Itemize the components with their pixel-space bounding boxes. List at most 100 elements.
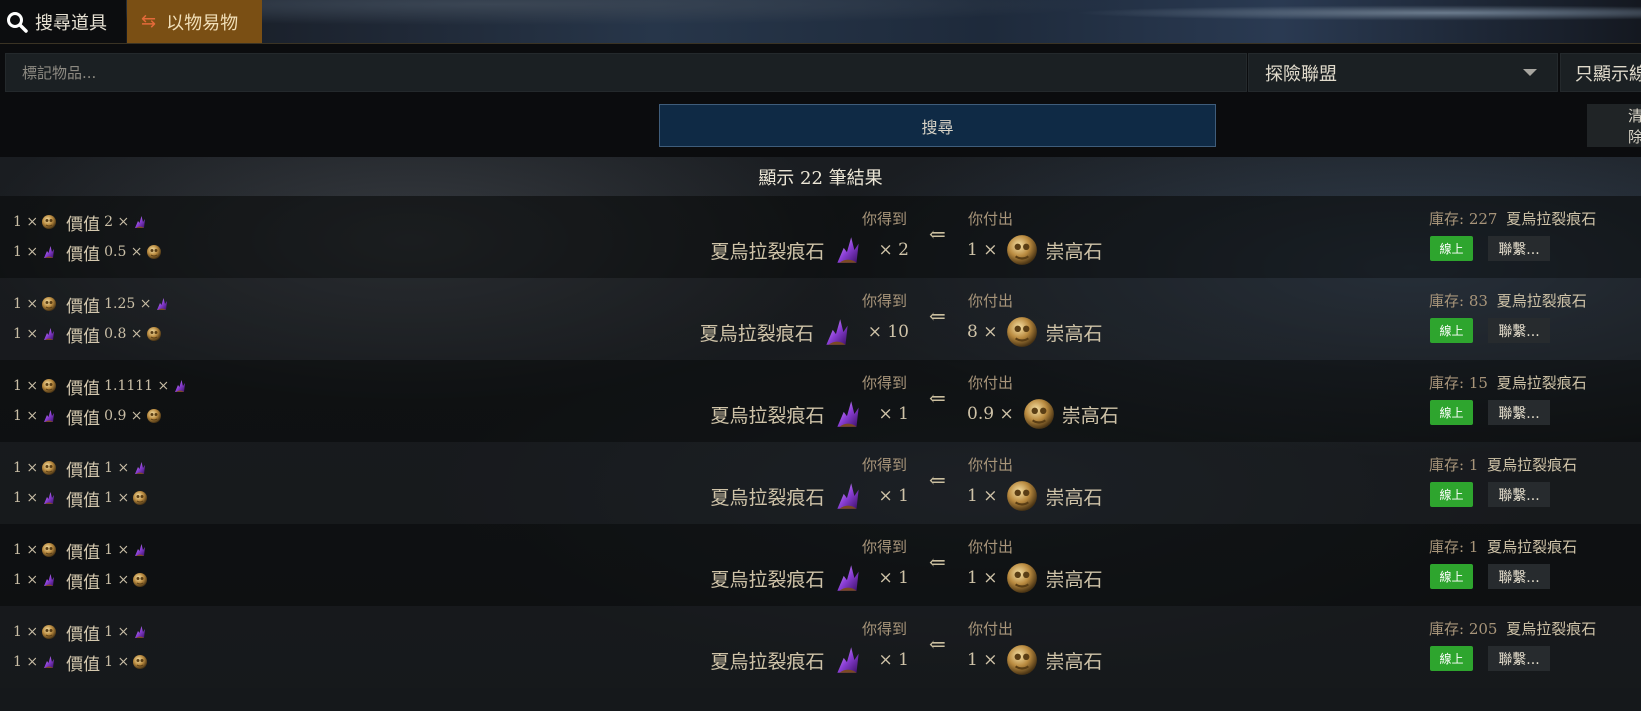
results-panel: 顯示 22 筆結果 1 × 價值 2 × 1 × 價值 0.5 × 你得到 夏烏… <box>0 157 1641 711</box>
you-pay-item[interactable]: 8 × 崇高石 <box>967 312 1102 352</box>
pay-item-qty: 1 × <box>967 486 998 506</box>
ratio-value-num: 1 × <box>104 490 130 506</box>
stock-info: 庫存: 205 夏烏拉裂痕石 <box>1429 618 1596 639</box>
result-row: 1 × 價值 1.1111 × 1 × 價值 0.9 × 你得到 夏烏拉裂痕石 … <box>0 360 1641 442</box>
exalted-orb-icon <box>146 408 162 424</box>
ratio-line-1: 1 × 價值 2 × <box>13 210 151 235</box>
item-search-input[interactable] <box>5 53 1247 92</box>
exalted-orb-icon <box>132 490 148 506</box>
purple-rift-stone-icon <box>154 296 170 312</box>
ratio-left-qty: 1 × <box>13 214 39 230</box>
left-arrow-icon: ⇐ <box>929 304 946 328</box>
left-arrow-icon: ⇐ <box>929 222 946 246</box>
ratio-left-qty: 1 × <box>13 296 39 312</box>
exalted-orb-icon <box>146 244 162 260</box>
get-item-qty: × 1 <box>878 568 909 588</box>
purple-rift-stone-icon <box>132 624 148 640</box>
result-row: 1 × 價值 2 × 1 × 價值 0.5 × 你得到 夏烏拉裂痕石 × 2 ⇐… <box>0 196 1641 278</box>
get-item-qty: × 10 <box>867 322 909 342</box>
stock-label: 庫存: <box>1429 538 1465 556</box>
get-item-name: 夏烏拉裂痕石 <box>710 240 825 263</box>
contact-button[interactable]: 聯繫... <box>1488 564 1550 589</box>
ratio-line-2: 1 × 價值 0.8 × <box>13 322 165 347</box>
result-row: 1 × 價值 1.25 × 1 × 價值 0.8 × 你得到 夏烏拉裂痕石 × … <box>0 278 1641 360</box>
online-filter-select[interactable]: 只顯示線上 <box>1560 53 1641 92</box>
stock-info: 庫存: 83 夏烏拉裂痕石 <box>1429 290 1587 311</box>
exalted-orb-icon <box>41 296 57 312</box>
purple-rift-stone-icon <box>41 654 57 670</box>
stock-info: 庫存: 15 夏烏拉裂痕石 <box>1429 372 1587 393</box>
pay-item-qty: 0.9 × <box>967 404 1014 424</box>
online-status-badge: 線上 <box>1430 400 1473 425</box>
ratio-line-2: 1 × 價值 1 × <box>13 568 151 593</box>
ratio-line-1: 1 × 價值 1 × <box>13 538 151 563</box>
you-pay-item[interactable]: 1 × 崇高石 <box>967 476 1102 516</box>
pay-item-qty: 1 × <box>967 650 998 670</box>
exalted-orb-icon <box>132 654 148 670</box>
left-arrow-icon: ⇐ <box>929 632 946 656</box>
you-get-item[interactable]: 夏烏拉裂痕石 × 10 <box>700 312 909 352</box>
ratio-left-qty: 1 × <box>13 624 39 640</box>
stock-label: 庫存: <box>1429 456 1465 474</box>
get-item-name: 夏烏拉裂痕石 <box>710 486 825 509</box>
search-button[interactable]: 搜尋 <box>659 104 1216 147</box>
purple-rift-stone-icon <box>172 378 188 394</box>
exalted-orb-icon <box>41 460 57 476</box>
you-get-item[interactable]: 夏烏拉裂痕石 × 2 <box>711 230 909 270</box>
purple-rift-stone-icon <box>831 233 865 267</box>
ratio-value-num: 0.8 × <box>104 326 143 342</box>
stock-qty: 15 <box>1468 374 1488 392</box>
get-item-qty: × 1 <box>878 650 909 670</box>
stock-item-name: 夏烏拉裂痕石 <box>1496 374 1587 392</box>
stock-info: 庫存: 1 夏烏拉裂痕石 <box>1429 454 1577 475</box>
tab-exchange-label: 以物易物 <box>166 12 239 34</box>
you-get-item[interactable]: 夏烏拉裂痕石 × 1 <box>711 394 909 434</box>
ratio-value-label: 價值 <box>66 408 101 429</box>
get-item-name: 夏烏拉裂痕石 <box>710 650 825 673</box>
contact-button[interactable]: 聯繫... <box>1488 646 1550 671</box>
pay-item-name: 崇高石 <box>1061 404 1119 427</box>
ratio-left-qty: 1 × <box>13 572 39 588</box>
contact-button[interactable]: 聯繫... <box>1488 482 1550 507</box>
ratio-value-num: 0.9 × <box>104 408 143 424</box>
contact-button[interactable]: 聯繫... <box>1488 400 1550 425</box>
stock-qty: 1 <box>1468 538 1479 556</box>
ratio-line-1: 1 × 價值 1.1111 × <box>13 374 191 399</box>
you-pay-label: 你付出 <box>968 374 1014 392</box>
results-count: 顯示 22 筆結果 <box>758 167 883 189</box>
you-pay-item[interactable]: 1 × 崇高石 <box>967 640 1102 680</box>
pay-item-name: 崇高石 <box>1045 650 1103 673</box>
you-get-label: 你得到 <box>862 210 908 228</box>
purple-rift-stone-icon <box>831 643 865 677</box>
ratio-left-qty: 1 × <box>13 490 39 506</box>
you-pay-item[interactable]: 1 × 崇高石 <box>967 558 1102 598</box>
ratio-line-2: 1 × 價值 0.9 × <box>13 404 165 429</box>
result-row: 1 × 價值 1 × 1 × 價值 1 × 你得到 夏烏拉裂痕石 × 1 ⇐ 你… <box>0 606 1641 688</box>
ratio-left-qty: 1 × <box>13 654 39 670</box>
contact-button[interactable]: 聯繫... <box>1488 236 1550 261</box>
you-pay-item[interactable]: 1 × 崇高石 <box>967 230 1102 270</box>
tab-search-items[interactable]: 搜尋道具 <box>0 0 126 43</box>
purple-rift-stone-icon <box>831 561 865 595</box>
stock-label: 庫存: <box>1429 374 1465 392</box>
ratio-line-2: 1 × 價值 1 × <box>13 650 151 675</box>
you-pay-item[interactable]: 0.9 × 崇高石 <box>967 394 1119 434</box>
you-get-item[interactable]: 夏烏拉裂痕石 × 1 <box>711 640 909 680</box>
you-pay-label: 你付出 <box>968 620 1014 638</box>
tab-bulk-exchange[interactable]: ⇆ 以物易物 <box>127 0 262 43</box>
you-get-label: 你得到 <box>862 374 908 392</box>
ratio-value-num: 1 × <box>104 654 130 670</box>
ratio-value-label: 價值 <box>66 654 101 675</box>
ratio-line-1: 1 × 價值 1 × <box>13 456 151 481</box>
you-get-item[interactable]: 夏烏拉裂痕石 × 1 <box>711 476 909 516</box>
league-select[interactable]: 探險聯盟 <box>1248 53 1558 92</box>
ratio-value-num: 1 × <box>104 542 130 558</box>
online-status-badge: 線上 <box>1430 564 1473 589</box>
purple-rift-stone-icon <box>41 244 57 260</box>
clear-button[interactable]: 清除 <box>1587 104 1641 147</box>
ratio-value-label: 價值 <box>66 378 101 399</box>
pay-item-name: 崇高石 <box>1045 322 1103 345</box>
contact-button[interactable]: 聯繫... <box>1488 318 1550 343</box>
filter-row: 探險聯盟 只顯示線上 <box>0 53 1641 93</box>
you-get-item[interactable]: 夏烏拉裂痕石 × 1 <box>711 558 909 598</box>
